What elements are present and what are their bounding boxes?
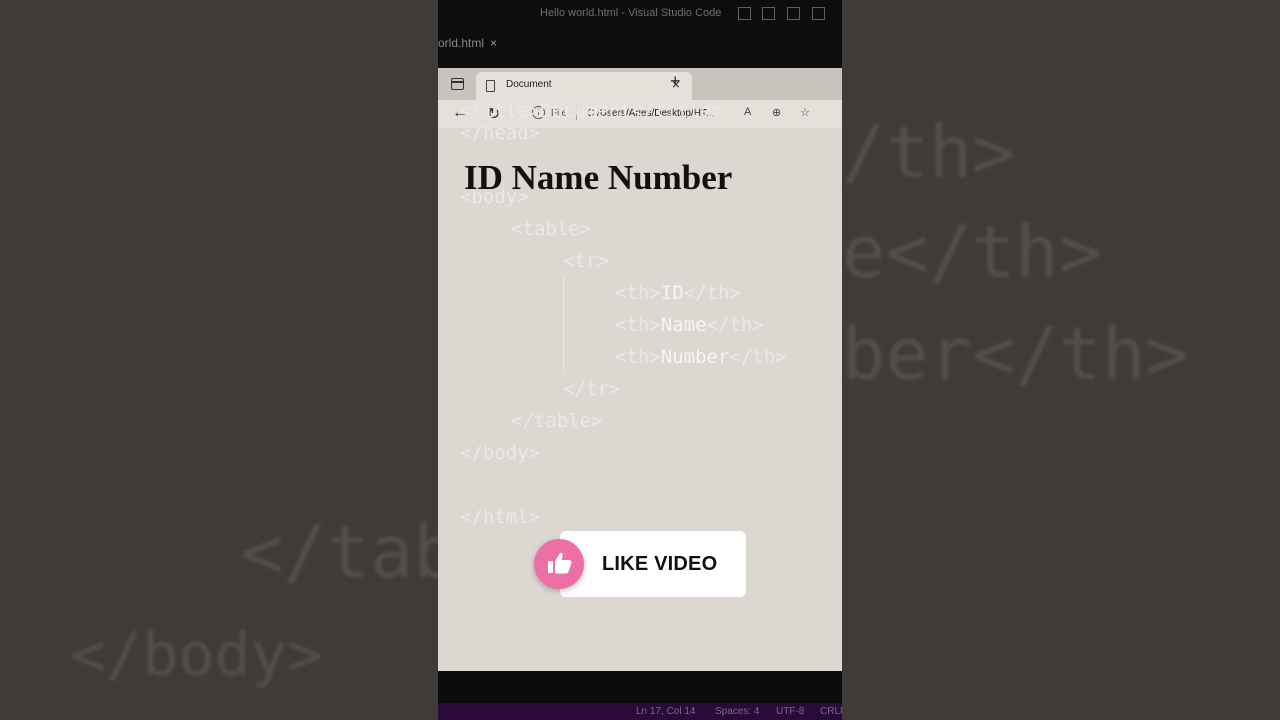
tab-actions-icon[interactable] (451, 78, 464, 90)
vscode-status-bar: Ln 17, Col 14 Spaces: 4 UTF-8 CRLF (438, 703, 842, 720)
cursor-position[interactable]: Ln 17, Col 14 (636, 706, 696, 717)
code-line: </head> (460, 122, 541, 144)
browser-tab-title: Document (506, 79, 552, 90)
code-line: <th>Name</th> (615, 314, 764, 336)
vscode-title-bar: Hello world.html - Visual Studio Code (438, 0, 842, 28)
blurred-background-left: </tab </body> (0, 0, 438, 720)
browser-tab-document[interactable]: Document × (476, 72, 692, 100)
code-line: </tr> (563, 378, 621, 400)
indent-guide (563, 276, 564, 374)
background-code-text: ber</th> (842, 312, 1189, 396)
zoom-icon[interactable]: ⊕ (772, 106, 781, 119)
background-code-text: e</th> (842, 210, 1103, 294)
background-code-text: </tab (240, 510, 438, 594)
indentation-setting[interactable]: Spaces: 4 (715, 706, 759, 717)
layout-sidebar-icon[interactable] (738, 7, 751, 20)
code-line: </body> (460, 442, 541, 464)
close-icon[interactable]: × (490, 36, 497, 50)
vscode-window-title: Hello world.html - Visual Studio Code (540, 7, 722, 19)
code-line: <tr> (563, 250, 609, 272)
background-code-text: /th> (842, 110, 1016, 194)
screen-recording-frame: Hello world.html - Visual Studio Code or… (438, 0, 842, 720)
new-tab-button[interactable]: + (670, 71, 681, 92)
code-line: <th>Number</th> (615, 346, 787, 368)
like-video-label: LIKE VIDEO (602, 553, 718, 575)
code-line: </table> (511, 410, 603, 432)
eol-setting[interactable]: CRLF (820, 706, 842, 717)
layout-panel-icon[interactable] (762, 7, 775, 20)
editor-tab-label: orld.html (438, 36, 485, 50)
favorite-icon[interactable]: ☆ (800, 106, 810, 119)
code-line: </html> (460, 506, 541, 528)
blurred-background-right: /th> e</th> ber</th> (842, 0, 1280, 720)
code-line: <table> (511, 218, 592, 240)
browser-tab-bar: Document × + (438, 68, 842, 100)
thumbs-up-icon (548, 552, 572, 574)
code-line: <th>ID</th> (615, 282, 741, 304)
encoding-setting[interactable]: UTF-8 (776, 706, 804, 717)
customize-layout-icon[interactable] (812, 7, 825, 20)
like-video-badge[interactable]: LIKE VIDEO (534, 531, 746, 597)
like-circle (534, 539, 584, 589)
read-aloud-icon[interactable]: A (744, 106, 751, 118)
document-icon (486, 80, 495, 92)
layout-secondary-sidebar-icon[interactable] (787, 7, 800, 20)
code-line: <title>Document</title> (460, 100, 724, 122)
page-heading: ID Name Number (464, 158, 733, 197)
background-code-text: </body> (70, 620, 323, 690)
vscode-editor-tab[interactable]: orld.html × (438, 36, 497, 50)
